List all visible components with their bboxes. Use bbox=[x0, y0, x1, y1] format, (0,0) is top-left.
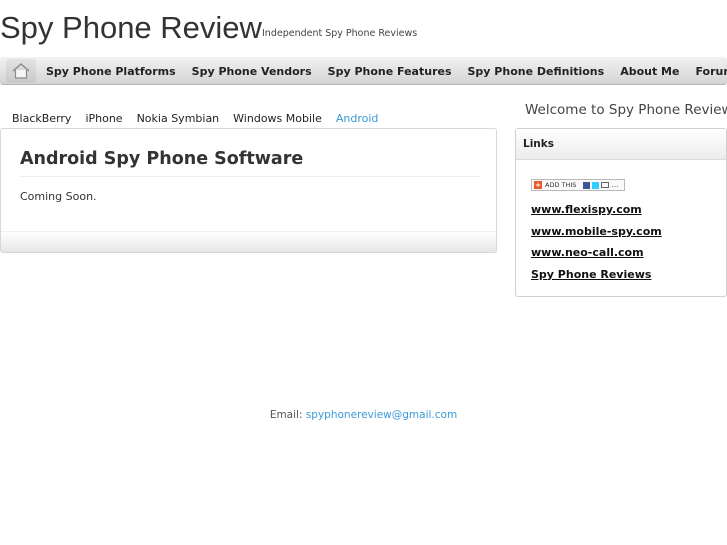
subnav-item-android[interactable]: Android bbox=[336, 112, 379, 125]
nav-item-vendors[interactable]: Spy Phone Vendors bbox=[184, 65, 320, 78]
link-mobile-spy[interactable]: www.mobile-spy.com bbox=[531, 225, 662, 238]
email-icon bbox=[601, 182, 610, 188]
subnav-item-nokia-symbian[interactable]: Nokia Symbian bbox=[137, 112, 220, 125]
addthis-button[interactable]: + ADD THIS … bbox=[531, 179, 625, 191]
subnav-item-blackberry[interactable]: BlackBerry bbox=[12, 112, 71, 125]
nav-item-features[interactable]: Spy Phone Features bbox=[320, 65, 460, 78]
home-button[interactable] bbox=[6, 59, 36, 83]
nav-item-platforms[interactable]: Spy Phone Platforms bbox=[38, 65, 184, 78]
plus-icon: + bbox=[534, 181, 542, 189]
post-container: Android Spy Phone Software Coming Soon. bbox=[0, 128, 497, 253]
link-flexispy[interactable]: www.flexispy.com bbox=[531, 203, 662, 216]
platform-subnav: BlackBerry iPhone Nokia Symbian Windows … bbox=[12, 112, 392, 125]
nav-item-definitions[interactable]: Spy Phone Definitions bbox=[460, 65, 613, 78]
site-footer: Email: spyphonereview@gmail.com bbox=[0, 409, 727, 421]
site-tagline: Independent Spy Phone Reviews bbox=[262, 28, 418, 39]
twitter-icon bbox=[592, 181, 600, 189]
link-spy-phone-reviews[interactable]: Spy Phone Reviews bbox=[531, 268, 662, 281]
post-title: Android Spy Phone Software bbox=[20, 149, 304, 169]
post-footer bbox=[1, 231, 496, 252]
subnav-item-iphone[interactable]: iPhone bbox=[85, 112, 122, 125]
nav-item-forum[interactable]: Forum bbox=[687, 65, 727, 78]
more-icon: … bbox=[611, 181, 619, 189]
site-title[interactable]: Spy Phone Review bbox=[0, 8, 262, 48]
footer-email-label: Email: bbox=[269, 409, 303, 421]
footer-email-link[interactable]: spyphonereview@gmail.com bbox=[306, 409, 457, 421]
welcome-heading: Welcome to Spy Phone Review bbox=[525, 102, 727, 118]
facebook-icon bbox=[583, 181, 591, 189]
post-divider bbox=[20, 176, 479, 177]
nav-item-about[interactable]: About Me bbox=[612, 65, 687, 78]
addthis-label: ADD THIS bbox=[545, 181, 577, 189]
main-navbar: Spy Phone Platforms Spy Phone Vendors Sp… bbox=[0, 57, 727, 85]
links-widget: Links + ADD THIS … www.flexispy.com www.… bbox=[515, 128, 727, 297]
post-body: Coming Soon. bbox=[20, 190, 97, 203]
link-neo-call[interactable]: www.neo-call.com bbox=[531, 246, 662, 259]
links-heading: Links bbox=[516, 129, 726, 160]
subnav-item-windows-mobile[interactable]: Windows Mobile bbox=[233, 112, 322, 125]
home-icon bbox=[12, 63, 30, 79]
